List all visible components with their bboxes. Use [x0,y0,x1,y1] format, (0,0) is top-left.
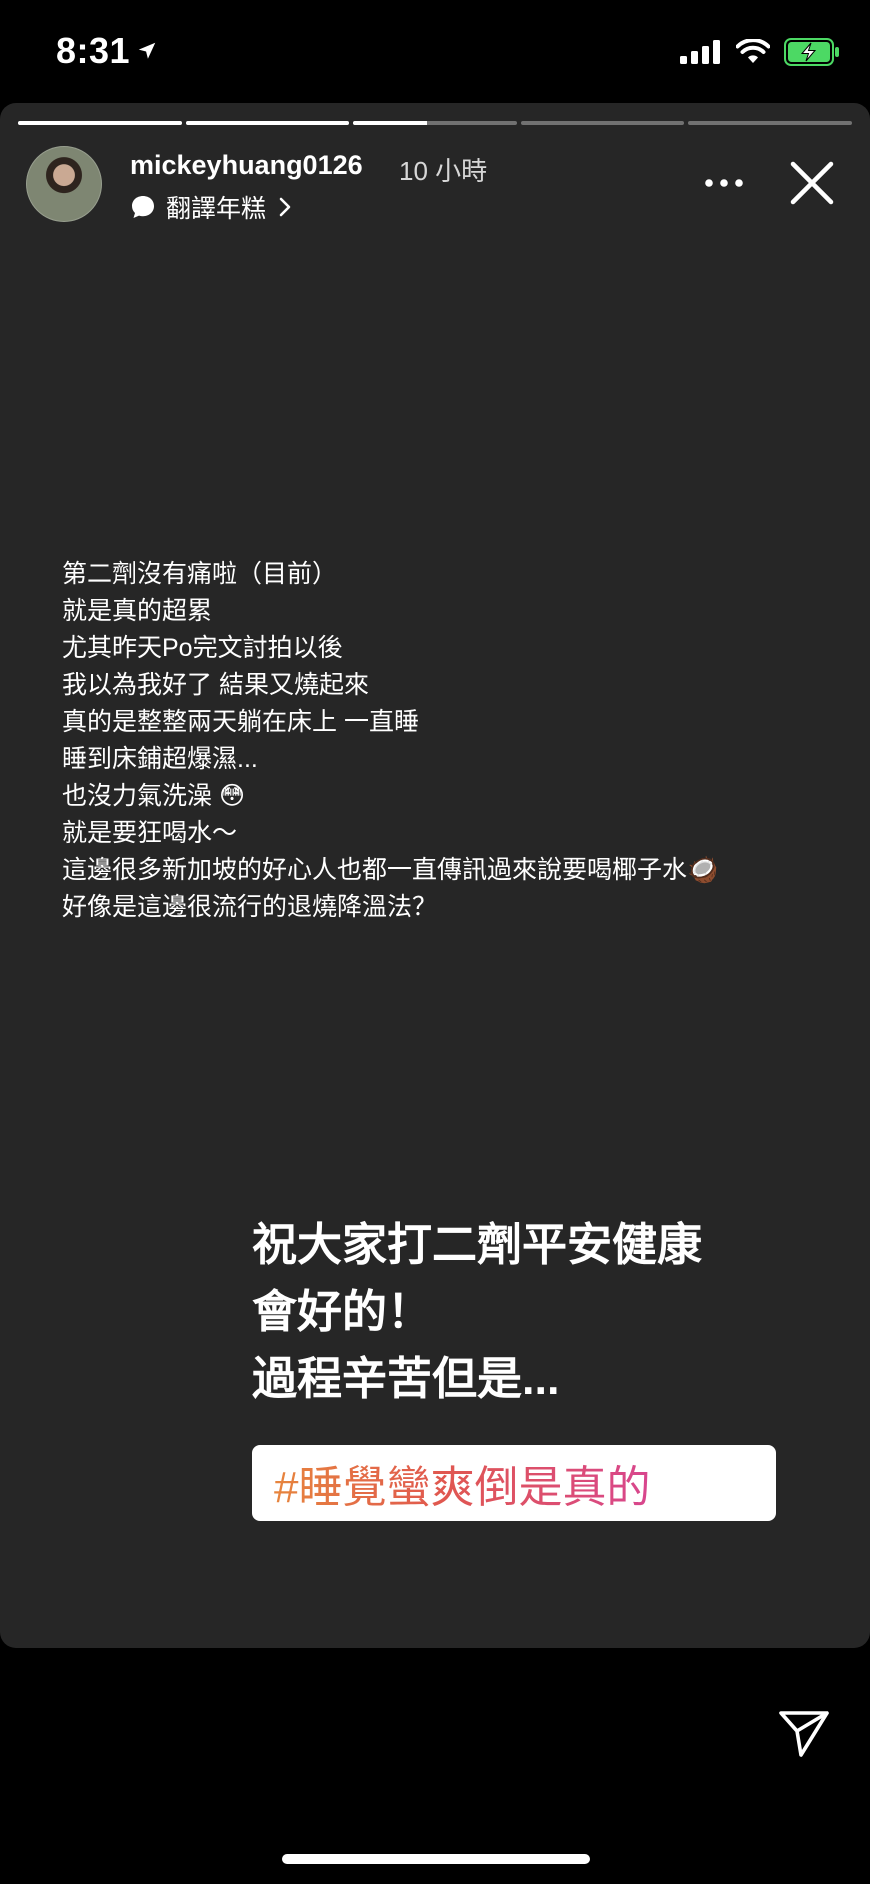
translate-link[interactable]: 翻譯年糕 [130,189,292,225]
close-button[interactable] [784,155,840,211]
username-link[interactable]: mickeyhuang0126 [130,150,363,181]
story-headline: 祝大家打二劑平安健康 會好的！ 過程辛苦但是... [252,1211,812,1412]
progress-segment [688,121,852,125]
caption-line: 第二劑沒有痛啦（目前） [62,560,338,588]
story-card[interactable]: mickeyhuang0126 10 小時 翻譯年糕 第二劑沒有痛啦（目前） 就… [0,103,870,1648]
battery-charging-icon [784,38,839,66]
headline-line: 祝大家打二劑平安健康 [252,1219,703,1270]
status-time: 8:31 [56,30,158,72]
progress-segment-fill [185,121,350,125]
caption-line: 真的是整整兩天躺在床上 一直睡 [62,708,419,736]
translate-label: 翻譯年糕 [166,195,267,223]
story-progress-bar [18,121,852,125]
avatar[interactable] [26,146,102,222]
wifi-icon [736,39,770,63]
caption-line: 好像是這邊很流行的退燒降溫法？ [62,893,438,921]
status-time-text: 8:31 [56,30,131,71]
home-indicator[interactable] [282,1854,590,1864]
headline-line: 過程辛苦但是... [252,1353,560,1404]
location-arrow-icon [138,42,156,59]
headline-line: 會好的！ [252,1286,433,1337]
progress-segment-fill [353,121,427,125]
hashtag-sticker[interactable]: #睡覺蠻爽倒是真的 [252,1445,776,1521]
caption-line: 睡到床鋪超爆濕... [62,745,258,773]
post-time: 10 小時 [399,156,488,186]
chevron-right-icon [279,197,291,217]
progress-segment [520,121,685,125]
caption-line: 尤其昨天Po完文討拍以後 [62,634,343,662]
status-indicators [680,38,840,66]
caption-line: 就是真的超累 [62,597,213,625]
hashtag-text: #睡覺蠻爽倒是真的 [274,1451,650,1515]
story-header: mickeyhuang0126 10 小時 翻譯年糕 [26,143,846,229]
caption-line: 這邊很多新加坡的好心人也都一直傳訊過來說要喝椰子水🥥 [62,856,719,884]
story-caption: 第二劑沒有痛啦（目前） 就是真的超累 尤其昨天Po完文討拍以後 我以為我好了 結… [62,556,842,926]
chat-bubble-icon [132,196,154,218]
caption-line: 也沒力氣洗澡 😳 [62,782,246,810]
progress-segment [18,121,182,125]
progress-segment [353,121,517,125]
progress-segment-fill [18,121,182,125]
cellular-signal-icon [680,40,720,64]
send-direct-icon [779,1711,829,1757]
progress-segment [185,121,350,125]
send-button[interactable] [774,1706,834,1762]
close-icon [790,161,834,205]
caption-line: 就是要狂喝水～ [62,819,238,847]
caption-line: 我以為我好了 結果又燒起來 [62,671,369,699]
status-bar: 8:31 [0,0,870,100]
more-options-button[interactable] [700,163,748,203]
more-options-icon [705,179,743,187]
